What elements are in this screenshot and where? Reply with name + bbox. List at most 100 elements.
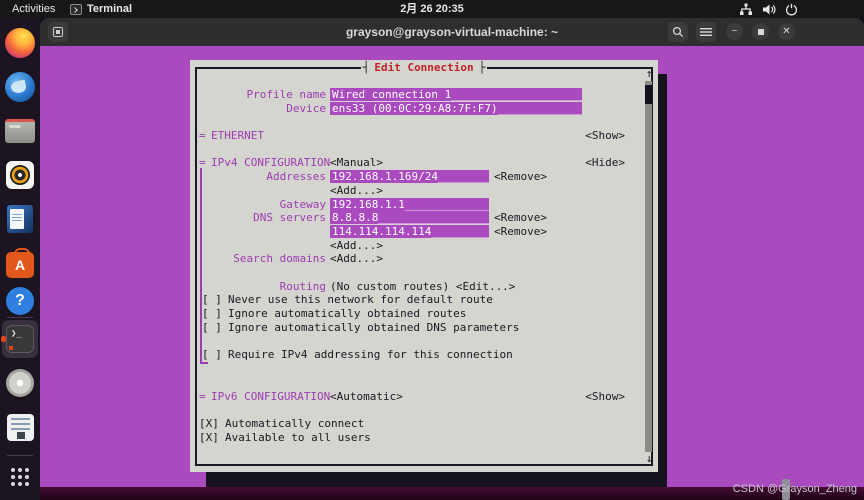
ethernet-show-button[interactable]: <Show> [585,129,625,143]
checkbox-ignore-dns-label: Ignore automatically obtained DNS parame… [228,321,519,335]
device-label: Device [190,102,326,116]
dock-item-rhythmbox[interactable] [0,158,40,192]
terminal-icon [6,325,34,353]
search-domains-label: Search domains [190,252,326,266]
checkbox-row-auto-connect: [X] Automatically connect [190,417,658,431]
gateway-row: Gateway 192.168.1.1_____________ [190,198,658,212]
files-icon [5,119,35,143]
ipv4-mode-select[interactable]: <Manual> [330,156,383,170]
checkbox-row-require-ipv4: [ ] Require IPv4 addressing for this con… [190,348,658,362]
dock-item-ubuntu-software[interactable]: A [0,246,40,280]
dialog-shadow [658,74,667,487]
device-input[interactable]: ens33 (00:0C:29:A8:7F:F7)_____________ [330,102,582,115]
dock-separator [7,455,33,456]
scrollbar-track[interactable] [645,81,652,452]
power-icon [785,3,798,16]
routing-label: Routing [190,280,326,294]
ipv4-section-row: = IPv4 CONFIGURATION <Manual> <Hide> [190,156,658,170]
dialog-border [195,67,653,466]
ipv6-mode-select[interactable]: <Automatic> [330,390,403,404]
search-domains-add-button[interactable]: <Add...> [330,252,383,266]
title-tick-right: ├ [479,61,486,74]
dns-row-2: 114.114.114.114_________ <Remove> [190,225,658,239]
checkbox-available-all-label: Available to all users [225,431,371,445]
address-input[interactable]: 192.168.1.169/24________ [330,170,489,183]
ipv6-section-row: = IPv6 CONFIGURATION <Automatic> <Show> [190,390,658,404]
checkbox-row-default-route: [ ] Never use this network for default r… [190,293,658,307]
profile-name-input[interactable]: Wired connection 1____________________ [330,88,582,101]
ipv6-show-button[interactable]: <Show> [585,390,625,404]
dns-servers-label: DNS servers [190,211,326,225]
dock-item-thunderbird[interactable] [0,70,40,104]
thunderbird-icon [5,72,35,102]
ipv4-section-label: IPv4 CONFIGURATION [211,156,330,170]
firefox-icon [5,28,35,58]
terminal-titlebar[interactable]: grayson@grayson-virtual-machine: ~ − ✕ [40,18,864,46]
menu-button[interactable] [696,22,716,42]
ethernet-marker: = [199,129,206,143]
dialog-shadow [206,472,667,487]
scrollbar-down-icon[interactable]: ↓ [642,452,656,466]
scrollbar-thumb[interactable] [645,85,652,104]
search-button[interactable] [668,22,688,42]
writer-icon [7,205,33,233]
ipv4-marker: = [199,156,206,170]
dock: A ? [0,18,40,500]
ipv6-section-label: IPv6 CONFIGURATION [211,390,330,404]
checkbox-row-ignore-dns: [ ] Ignore automatically obtained DNS pa… [190,321,658,335]
minimize-button[interactable]: − [726,23,743,40]
dock-item-terminal-active[interactable] [0,322,40,356]
checkbox-row-ignore-routes: [ ] Ignore automatically obtained routes [190,307,658,321]
system-tray[interactable] [739,1,798,17]
search-icon [672,26,684,38]
ethernet-section-label: ETHERNET [211,129,264,143]
disc-icon [6,369,34,397]
checkbox-auto-connect-label: Automatically connect [225,417,364,431]
dns-add-row: <Add...> [190,239,658,253]
dns-remove-button-1[interactable]: <Remove> [494,211,547,225]
dock-item-floppy[interactable] [0,410,40,444]
rhythmbox-icon [6,161,34,189]
scrollbar-up-icon[interactable]: ↑ [642,67,656,81]
dns-input-1[interactable]: 8.8.8.8_________________ [330,211,489,224]
ipv4-hide-button[interactable]: <Hide> [585,156,625,170]
search-domains-row: Search domains <Add...> [190,252,658,266]
checkbox-ignore-dns[interactable]: [ ] [202,321,222,335]
checkbox-ignore-routes-label: Ignore automatically obtained routes [228,307,466,321]
hamburger-icon [700,27,712,37]
clock[interactable]: 2月 26 20:35 [0,2,864,16]
app-grid-icon [10,467,30,487]
dialog-title: Edit Connection [369,61,478,74]
dns-input-2[interactable]: 114.114.114.114_________ [330,225,489,238]
floppy-icon [7,414,34,441]
maximize-button[interactable] [752,23,769,40]
profile-name-label: Profile name [190,88,326,102]
gateway-input[interactable]: 192.168.1.1_____________ [330,198,489,211]
gateway-label: Gateway [190,198,326,212]
dock-item-help[interactable]: ? [0,284,40,318]
address-add-button[interactable]: <Add...> [330,184,383,198]
ethernet-section-row: = ETHERNET <Show> [190,129,658,143]
checkbox-available-all[interactable]: [X] [199,431,219,445]
checkbox-auto-connect[interactable]: [X] [199,417,219,431]
checkbox-ignore-routes[interactable]: [ ] [202,307,222,321]
dock-item-libreoffice-writer[interactable] [0,202,40,236]
dock-item-show-applications[interactable] [0,460,40,494]
checkbox-default-route[interactable]: [ ] [202,293,222,307]
routing-edit-button[interactable]: (No custom routes) <Edit...> [330,280,515,294]
checkbox-default-route-label: Never use this network for default route [228,293,493,307]
network-icon [739,3,753,16]
dock-item-firefox[interactable] [0,26,40,60]
routing-row: Routing (No custom routes) <Edit...> [190,280,658,294]
addresses-label: Addresses [190,170,326,184]
checkbox-require-ipv4[interactable]: [ ] [202,348,222,362]
minimize-icon: − [732,26,738,37]
address-remove-button[interactable]: <Remove> [494,170,547,184]
dns-row-1: DNS servers 8.8.8.8_________________ <Re… [190,211,658,225]
close-button[interactable]: ✕ [778,23,795,40]
dns-add-button[interactable]: <Add...> [330,239,383,253]
checkbox-row-available-all: [X] Available to all users [190,431,658,445]
dock-item-disc[interactable] [0,366,40,400]
dns-remove-button-2[interactable]: <Remove> [494,225,547,239]
dock-item-files[interactable] [0,114,40,148]
